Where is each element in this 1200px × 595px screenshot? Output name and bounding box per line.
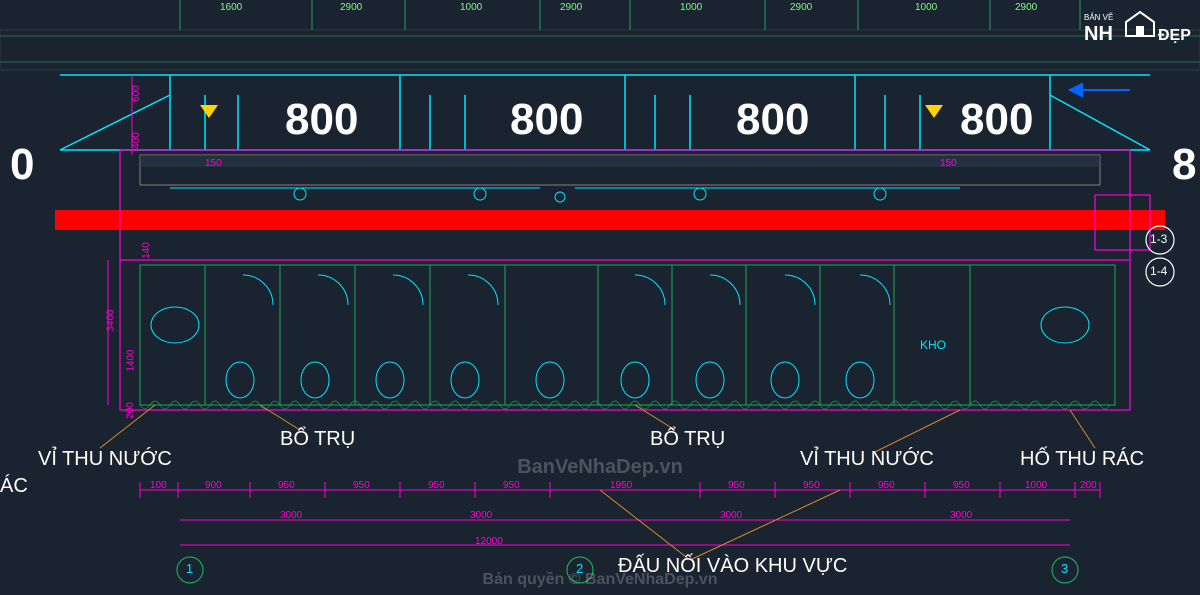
dim-b1-5: 950: [503, 480, 520, 491]
dim-b3-0: 12000: [475, 536, 503, 547]
dim-b1-2: 950: [278, 480, 295, 491]
logo-sub-text: BẢN VẼ: [1084, 13, 1113, 22]
dim-mid-150b: 150: [940, 158, 957, 169]
dim-big-8: 8: [1172, 140, 1196, 190]
watermark-main: BanVeNhaDep.vn: [517, 456, 683, 479]
dim-b1-8: 950: [803, 480, 820, 491]
section-1-3: 1-3: [1150, 232, 1167, 246]
dim-b1-3: 950: [353, 480, 370, 491]
dim-left-3400: 3400: [106, 309, 117, 331]
dim-left-1400: 1400: [126, 349, 137, 371]
watermark-copy: Bản quyền © BanVeNhaDep.vn: [483, 571, 718, 589]
dim-top-7: 2900: [1015, 2, 1037, 13]
dim-big-800a: 800: [285, 95, 358, 145]
label-ac: ÁC: [0, 475, 28, 498]
dim-top-6: 1000: [915, 2, 937, 13]
dim-mid-150a: 150: [205, 158, 222, 169]
label-bo-tru-1: BỔ TRỤ: [280, 428, 355, 451]
dim-top-4: 1000: [680, 2, 702, 13]
dim-b1-7: 950: [728, 480, 745, 491]
dim-b2-1: 3000: [470, 510, 492, 521]
grid-1: 1: [186, 561, 193, 576]
dim-big-800b: 800: [510, 95, 583, 145]
dim-top-3: 2900: [560, 2, 582, 13]
dim-top-0: 1600: [220, 2, 242, 13]
svg-text:NH: NH: [1084, 23, 1113, 45]
dim-left-140: 140: [141, 242, 152, 259]
dim-b1-1: 900: [205, 480, 222, 491]
dim-mid-600: 600: [131, 85, 142, 102]
dim-big-800d: 800: [960, 95, 1033, 145]
dim-left-200: 200: [125, 402, 136, 419]
dim-top-2: 1000: [460, 2, 482, 13]
dim-b1-6: 1950: [610, 480, 632, 491]
site-logo: BẢN VẼ NH ĐẸP: [1082, 6, 1192, 46]
label-vi-thu-nuoc-2: VỈ THU NƯỚC: [800, 448, 934, 471]
cad-canvas: [0, 0, 1200, 595]
section-1-4: 1-4: [1150, 264, 1167, 278]
label-kho: KHO: [920, 338, 946, 352]
dim-top-5: 2900: [790, 2, 812, 13]
dim-mid-400: 400: [131, 132, 142, 149]
dim-b2-0: 3000: [280, 510, 302, 521]
dim-big-800c: 800: [736, 95, 809, 145]
dim-b1-4: 950: [428, 480, 445, 491]
dim-b1-0: 100: [150, 480, 167, 491]
red-beam: [55, 210, 1165, 230]
dim-b1-10: 950: [953, 480, 970, 491]
dim-big-0: 0: [10, 140, 34, 190]
dim-b2-3: 3000: [950, 510, 972, 521]
svg-text:ĐẸP: ĐẸP: [1158, 27, 1191, 44]
label-ho-thu-rac: HỐ THU RÁC: [1020, 448, 1144, 471]
dim-top-1: 2900: [340, 2, 362, 13]
dim-b2-2: 3000: [720, 510, 742, 521]
grid-3: 3: [1061, 561, 1068, 576]
label-bo-tru-2: BỔ TRỤ: [650, 428, 725, 451]
dim-b1-12: 200: [1080, 480, 1097, 491]
dim-b1-11: 1000: [1025, 480, 1047, 491]
label-vi-thu-nuoc-1: VỈ THU NƯỚC: [38, 448, 172, 471]
dim-b1-9: 950: [878, 480, 895, 491]
